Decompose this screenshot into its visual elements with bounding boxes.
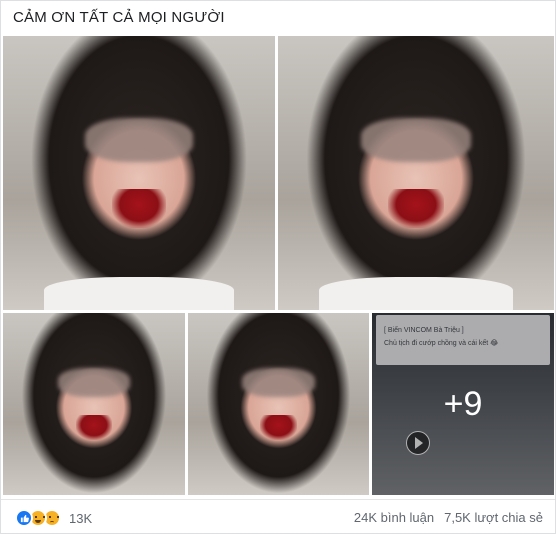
blurred-eyes xyxy=(57,367,131,397)
photo-grid: [ Biển VINCOM Bà Triệu ] Chủ tịch đi cướ… xyxy=(1,36,556,498)
photo-image xyxy=(188,313,369,495)
engagement-stats: 24K bình luận 7,5K lượt chia sẻ xyxy=(354,510,543,525)
injury-area xyxy=(75,414,113,441)
post-footer: 13K 24K bình luận 7,5K lượt chia sẻ xyxy=(1,499,555,535)
photo-image xyxy=(3,313,185,495)
blurred-eyes xyxy=(84,118,194,163)
injury-area xyxy=(388,189,444,228)
photo-image xyxy=(278,36,554,310)
like-icon xyxy=(15,509,33,527)
more-photos-count: +9 xyxy=(443,384,483,423)
shirt xyxy=(43,277,235,310)
post-caption: CẢM ƠN TẤT CẢ MỌI NGƯỜI xyxy=(13,9,225,26)
facebook-post: CẢM ƠN TẤT CẢ MỌI NGƯỜI [Biển VINCOM Bà… xyxy=(0,0,556,534)
photo-tile-2[interactable] xyxy=(278,36,554,310)
photo-tile-3[interactable] xyxy=(3,313,185,495)
photo-image xyxy=(3,36,275,310)
shirt xyxy=(319,277,513,310)
more-photos-overlay[interactable]: +9 xyxy=(372,313,554,495)
share-count-link[interactable]: 7,5K lượt chia sẻ xyxy=(444,510,543,525)
blurred-eyes xyxy=(242,367,315,397)
reactions-summary[interactable]: 13K xyxy=(15,509,92,527)
reaction-count: 13K xyxy=(69,510,93,526)
comment-count-link[interactable]: 24K bình luận xyxy=(354,510,434,525)
photo-tile-1[interactable] xyxy=(3,36,275,310)
blurred-eyes xyxy=(360,118,472,163)
photo-tile-5-more[interactable]: [ Biển VINCOM Bà Triệu ] Chủ tịch đi cướ… xyxy=(372,313,554,495)
photo-tile-4[interactable] xyxy=(188,313,369,495)
injury-area xyxy=(111,189,167,228)
injury-area xyxy=(260,414,297,441)
